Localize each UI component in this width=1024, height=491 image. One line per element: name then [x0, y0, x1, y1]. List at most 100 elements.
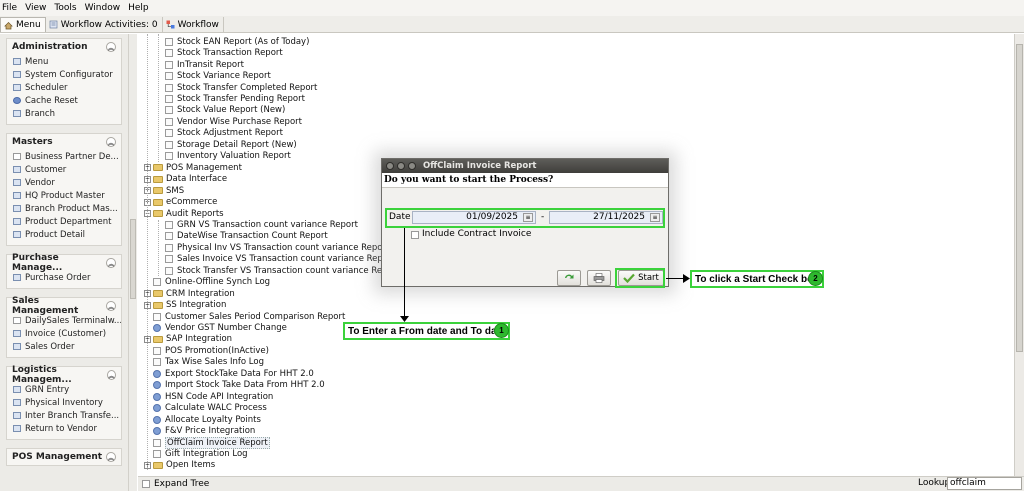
- maximize-icon[interactable]: [408, 162, 416, 170]
- window-icon: [13, 330, 21, 337]
- include-contract-checkbox[interactable]: [411, 231, 419, 239]
- window-icon: [13, 425, 21, 432]
- sidebar-scrollbar[interactable]: [128, 34, 137, 491]
- tree-folder-pos-management[interactable]: + POS Management: [144, 162, 242, 174]
- sidebar-item-sales-order[interactable]: Sales Order: [7, 340, 121, 353]
- document-icon: [13, 153, 21, 160]
- sidebar-item-return-to-vendor[interactable]: Return to Vendor: [7, 422, 121, 435]
- tree-item-grn-vs-transaction-count-variance-report[interactable]: GRN VS Transaction count variance Report: [165, 219, 358, 231]
- sidebar-item-branch[interactable]: Branch: [7, 107, 121, 120]
- tree-item-open-items[interactable]: + Open Items: [144, 460, 215, 472]
- tree-item-stock-value-report-new[interactable]: Stock Value Report (New): [165, 105, 285, 117]
- sidebar-item-hq-product-master[interactable]: HQ Product Master: [7, 189, 121, 202]
- tree-item-gift-integration-log[interactable]: Gift Integration Log: [153, 448, 248, 460]
- tree-item-customer-sales-period-comparison-report[interactable]: Customer Sales Period Comparison Report: [153, 311, 345, 323]
- report-icon: [165, 232, 173, 241]
- tree-item-datewise-transaction-count-report[interactable]: DateWise Transaction Count Report: [165, 231, 328, 243]
- collapse-icon[interactable]: ︽: [106, 137, 116, 147]
- window-icon: [13, 166, 21, 173]
- sidebar-item-physical-inventory[interactable]: Physical Inventory: [7, 396, 121, 409]
- tree-item-physical-inv-vs-transaction-count-variance-report[interactable]: Physical Inv VS Transaction count varian…: [165, 242, 389, 254]
- tree-item-offclaim-invoice-report[interactable]: OffClaim Invoice Report: [153, 436, 270, 449]
- sidebar-item-business-partner[interactable]: Business Partner De...: [7, 150, 121, 163]
- tree-item-stock-transfer-vs-transaction-count-variance-report[interactable]: Stock Transfer VS Transaction count vari…: [165, 265, 400, 277]
- tree-item-crm-integration[interactable]: + CRM Integration: [144, 288, 235, 300]
- tree-item-storage-detail-report-new[interactable]: Storage Detail Report (New): [165, 139, 297, 151]
- tab-workflow[interactable]: Workflow: [163, 17, 224, 32]
- sidebar-item-menu[interactable]: Menu: [7, 55, 121, 68]
- tree-item-import-stock-take-data-from-hht-2-0[interactable]: Import Stock Take Data From HHT 2.0: [153, 380, 325, 392]
- menu-window[interactable]: Window: [83, 3, 127, 13]
- sidebar-item-cache-reset[interactable]: Cache Reset: [7, 94, 121, 107]
- tree-item-ss-integration[interactable]: + SS Integration: [144, 299, 226, 311]
- sidebar-item-system-configurator[interactable]: System Configurator: [7, 68, 121, 81]
- tree-item-stock-transfer-completed-report[interactable]: Stock Transfer Completed Report: [165, 82, 317, 94]
- minimize-icon[interactable]: [397, 162, 405, 170]
- tree-item-export-stocktake-data-for-hht-2-0[interactable]: Export StockTake Data For HHT 2.0: [153, 368, 314, 380]
- lookup-input[interactable]: offclaim: [947, 477, 1022, 490]
- tree-folder-data-interface[interactable]: + Data Interface: [144, 173, 227, 185]
- tree-item-label: Stock Transfer Completed Report: [177, 82, 318, 93]
- tree-folder-audit-reports[interactable]: − Audit Reports: [144, 208, 224, 220]
- sidebar-item-customer[interactable]: Customer: [7, 163, 121, 176]
- folder-icon: [153, 461, 163, 469]
- tab-menu[interactable]: Menu: [0, 17, 46, 32]
- print-icon: [593, 273, 605, 283]
- print-button[interactable]: [587, 270, 611, 286]
- tree-item-label: Stock Transfer Pending Report: [177, 94, 305, 104]
- collapse-icon[interactable]: ︽: [106, 370, 116, 380]
- collapse-icon[interactable]: ︽: [106, 42, 116, 52]
- tree-item-intransit-report[interactable]: InTransit Report: [165, 59, 244, 71]
- tree-item-calculate-walc-process[interactable]: Calculate WALC Process: [153, 402, 267, 414]
- tree-item-pos-promotion-inactive[interactable]: POS Promotion(InActive): [153, 345, 269, 357]
- tree-item-hsn-code-api-integration[interactable]: HSN Code API Integration: [153, 391, 273, 403]
- collapse-icon[interactable]: ︽: [106, 258, 116, 268]
- tree-scrollbar[interactable]: [1014, 34, 1024, 476]
- sidebar-item-branch-product[interactable]: Branch Product Mas...: [7, 202, 121, 215]
- collapse-icon[interactable]: ︽: [106, 301, 116, 311]
- tree-folder-ecommerce[interactable]: + eCommerce: [144, 196, 217, 208]
- tree-item-sales-invoice-vs-transaction-count-variance-report[interactable]: Sales Invoice VS Transaction count varia…: [165, 254, 395, 266]
- refresh-button[interactable]: [557, 270, 581, 286]
- tree-scroll-thumb[interactable]: [1016, 44, 1023, 352]
- sidebar-item-product-department[interactable]: Product Department: [7, 215, 121, 228]
- tree-item-stock-adjustment-report[interactable]: Stock Adjustment Report: [165, 128, 283, 140]
- expand-tree-checkbox[interactable]: [142, 480, 150, 488]
- tree-item-label: OffClaim Invoice Report: [165, 436, 270, 449]
- sidebar-item-inter-branch[interactable]: Inter Branch Transfe...: [7, 409, 121, 422]
- tab-workflow-activities[interactable]: Workflow Activities: 0: [46, 17, 163, 32]
- close-icon[interactable]: [386, 162, 394, 170]
- report-icon: [153, 278, 161, 287]
- sidebar-item-product-detail[interactable]: Product Detail: [7, 228, 121, 241]
- tree-item-stock-variance-report[interactable]: Stock Variance Report: [165, 70, 271, 82]
- report-icon: [153, 346, 161, 355]
- tree-item-vendor-wise-purchase-report[interactable]: Vendor Wise Purchase Report: [165, 116, 302, 128]
- tree-item-sap-integration[interactable]: + SAP Integration: [144, 334, 232, 346]
- menu-tools[interactable]: Tools: [52, 3, 82, 13]
- tree-item-stock-ean-report-as-of-today[interactable]: Stock EAN Report (As of Today): [165, 36, 309, 48]
- collapse-icon[interactable]: ︽: [106, 452, 116, 462]
- tree-item-f-v-price-integration[interactable]: F&V Price Integration: [153, 425, 255, 437]
- process-icon: [153, 427, 161, 436]
- sidebar-item-vendor[interactable]: Vendor: [7, 176, 121, 189]
- sidebar-scroll-thumb[interactable]: [130, 219, 136, 299]
- report-icon: [165, 152, 173, 161]
- sidebar-item-dailysales[interactable]: DailySales Terminalw...: [7, 314, 121, 327]
- menu-file[interactable]: File: [0, 3, 23, 13]
- sidebar-item-scheduler[interactable]: Scheduler: [7, 81, 121, 94]
- menu-view[interactable]: View: [23, 3, 52, 13]
- tree-item-vendor-gst-number-change[interactable]: Vendor GST Number Change: [153, 322, 287, 334]
- folder-icon: [153, 335, 163, 343]
- tree-item-stock-transfer-pending-report[interactable]: Stock Transfer Pending Report: [165, 93, 305, 105]
- tree-item-inventory-valuation-report[interactable]: Inventory Valuation Report: [165, 151, 291, 163]
- tree-item-label: Stock Transaction Report: [177, 48, 283, 59]
- sidebar: Administration ︽ Menu System Configurator…: [0, 34, 128, 491]
- sidebar-item-invoice-customer[interactable]: Invoice (Customer): [7, 327, 121, 340]
- menu-help[interactable]: Help: [126, 3, 155, 13]
- tree-item-tax-wise-sales-info-log[interactable]: Tax Wise Sales Info Log: [153, 357, 264, 369]
- report-icon: [165, 49, 173, 58]
- tree-item-online-offline-synch-log[interactable]: Online-Offline Synch Log: [153, 276, 270, 288]
- tree-folder-sms[interactable]: + SMS: [144, 185, 184, 197]
- tree-item-allocate-loyalty-points[interactable]: Allocate Loyalty Points: [153, 414, 261, 426]
- tree-item-stock-transaction-report[interactable]: Stock Transaction Report: [165, 47, 283, 59]
